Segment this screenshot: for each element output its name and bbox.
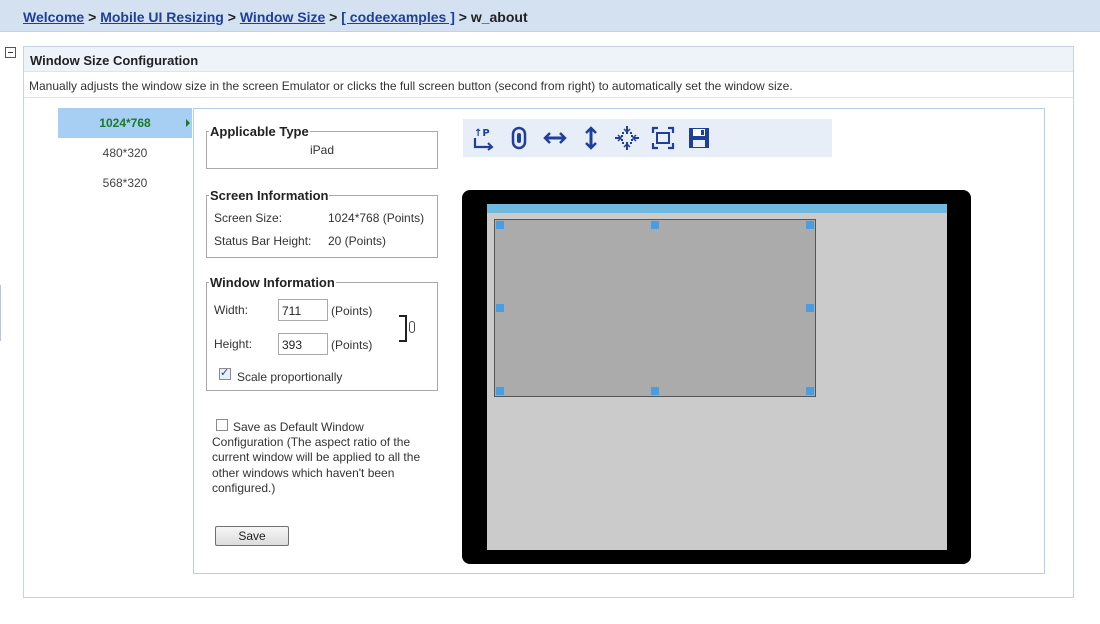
- applicable-type-group: Applicable Type iPad: [206, 124, 438, 169]
- portrait-landscape-icon[interactable]: ↑P: [470, 125, 496, 151]
- resize-handle-left[interactable]: [496, 304, 504, 312]
- divider: [24, 97, 1073, 98]
- size-item-label: 1024*768: [99, 116, 151, 130]
- status-bar-height-label: Status Bar Height:: [214, 234, 312, 248]
- height-input[interactable]: [278, 333, 328, 355]
- save-default-label: Save as Default Window Configuration (Th…: [212, 420, 421, 495]
- breadcrumb-separator: >: [458, 9, 467, 25]
- breadcrumb-welcome[interactable]: Welcome: [23, 9, 84, 25]
- resize-handle-top[interactable]: [651, 221, 659, 229]
- window-information-legend: Window Information: [210, 275, 335, 290]
- screen-size-label: Screen Size:: [214, 211, 283, 225]
- applicable-type-legend: Applicable Type: [210, 124, 309, 139]
- arrow-right-icon: [186, 119, 190, 127]
- center-icon[interactable]: [614, 125, 640, 151]
- scale-proportionally-label: Scale proportionally: [237, 370, 343, 384]
- panel-title: Window Size Configuration: [24, 47, 1073, 72]
- breadcrumb-codeexamples[interactable]: [ codeexamples ]: [341, 9, 455, 25]
- width-unit: (Points): [331, 304, 373, 318]
- breadcrumb-mobile-ui-resizing[interactable]: Mobile UI Resizing: [100, 9, 224, 25]
- panel-description: Manually adjusts the window size in the …: [29, 79, 793, 93]
- fit-width-icon[interactable]: [542, 125, 568, 151]
- emulator-toolbar: ↑P: [463, 119, 832, 157]
- resizable-window[interactable]: [494, 219, 816, 397]
- height-unit: (Points): [331, 338, 373, 352]
- breadcrumb-separator: >: [329, 9, 338, 25]
- status-bar: [487, 204, 947, 213]
- resize-handle-top-right[interactable]: [806, 221, 814, 229]
- proportion-bracket: [399, 315, 407, 342]
- resize-handle-top-left[interactable]: [496, 221, 504, 229]
- screen-size-value: 1024*768 (Points): [328, 211, 425, 225]
- size-list: 1024*768 480*320 568*320: [58, 108, 192, 198]
- save-icon[interactable]: [686, 125, 712, 151]
- size-item-label: 568*320: [102, 176, 148, 190]
- breadcrumb-separator: >: [88, 9, 97, 25]
- collapse-icon[interactable]: [5, 47, 16, 58]
- left-edge-marker: [0, 285, 1, 341]
- breadcrumb-current: w_about: [470, 9, 528, 25]
- svg-text:↑P: ↑P: [474, 128, 490, 139]
- resize-handle-right[interactable]: [806, 304, 814, 312]
- chain-link-icon: [409, 321, 415, 333]
- scale-proportionally-checkbox[interactable]: [219, 366, 231, 380]
- fit-height-icon[interactable]: [578, 125, 604, 151]
- size-item-label: 480*320: [102, 146, 148, 160]
- screen-information-legend: Screen Information: [210, 188, 329, 203]
- size-item-480x320[interactable]: 480*320: [58, 138, 192, 168]
- breadcrumb-window-size[interactable]: Window Size: [240, 9, 325, 25]
- width-label: Width:: [214, 303, 249, 317]
- breadcrumb-separator: >: [227, 9, 236, 25]
- size-item-568x320[interactable]: 568*320: [58, 168, 192, 198]
- resize-handle-bottom[interactable]: [651, 387, 659, 395]
- applicable-type-value: iPad: [309, 143, 335, 157]
- save-button[interactable]: Save: [215, 526, 289, 546]
- link-icon[interactable]: [506, 125, 532, 151]
- full-screen-icon[interactable]: [650, 125, 676, 151]
- size-item-1024x768[interactable]: 1024*768: [58, 108, 192, 138]
- height-label: Height:: [214, 337, 253, 351]
- resize-handle-bottom-right[interactable]: [806, 387, 814, 395]
- breadcrumb: Welcome > Mobile UI Resizing > Window Si…: [23, 9, 528, 25]
- breadcrumb-bar: Welcome > Mobile UI Resizing > Window Si…: [0, 0, 1100, 32]
- width-input[interactable]: [278, 299, 328, 321]
- status-bar-height-value: 20 (Points): [328, 234, 387, 248]
- resize-handle-bottom-left[interactable]: [496, 387, 504, 395]
